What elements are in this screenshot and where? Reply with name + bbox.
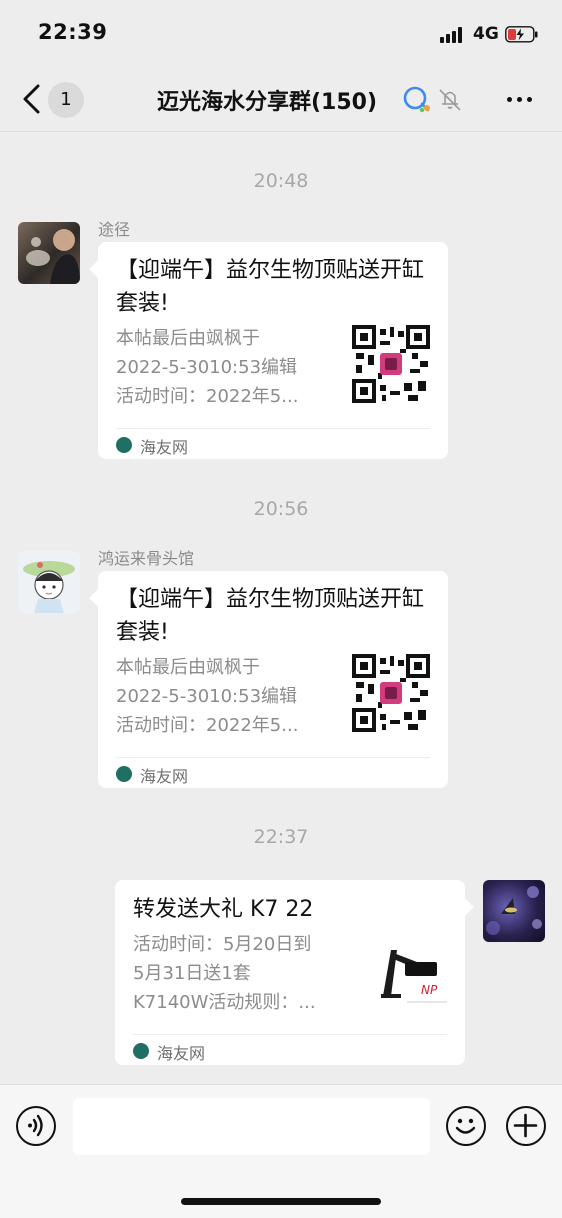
timestamp: 22:37: [253, 826, 309, 848]
card-desc-line: 2022-5-3010:53编辑: [116, 357, 298, 378]
battery-icon: [505, 26, 538, 43]
thumb-brand: NP: [421, 983, 438, 997]
back-icon[interactable]: [18, 82, 48, 116]
plus-icon[interactable]: [506, 1106, 546, 1146]
card-source: 海友网: [140, 767, 189, 786]
card-desc-line: 活动时间：2022年5...: [116, 715, 299, 736]
more-icon[interactable]: [505, 88, 535, 112]
network-type: 4G: [473, 24, 499, 44]
avatar[interactable]: [483, 880, 545, 942]
card-desc-line: 本帖最后由飒枫于: [116, 328, 260, 349]
link-card[interactable]: 【迎端午】益尔生物顶贴送开缸套装! 本帖最后由飒枫于 2022-5-3010:5…: [89, 571, 448, 788]
status-bar: 22:39 4G: [0, 0, 562, 70]
avatar[interactable]: [18, 222, 80, 284]
card-desc-line: K7140W活动规则：...: [133, 992, 316, 1013]
source-icon: [116, 766, 132, 782]
card-desc-line: 5月31日送1套: [133, 963, 251, 984]
qr-code-icon: [352, 654, 430, 732]
link-card[interactable]: 【迎端午】益尔生物顶贴送开缸套装! 本帖最后由飒枫于 2022-5-3010:5…: [89, 242, 448, 459]
message-input[interactable]: [73, 1098, 430, 1155]
status-time: 22:39: [38, 20, 108, 44]
product-thumbnail: NP: [377, 938, 451, 1012]
link-card[interactable]: 转发送大礼 K7 22 活动时间：5月20日到 5月31日送1套 K7140W活…: [115, 880, 474, 1065]
timestamp: 20:48: [253, 170, 309, 192]
card-desc-line: 活动时间：2022年5...: [116, 386, 299, 407]
voice-icon[interactable]: [16, 1106, 56, 1146]
card-title: 转发送大礼 K7 22: [133, 897, 314, 922]
chat-header: 1 迈光海水分享群(150): [0, 70, 562, 132]
avatar-illustration: [23, 561, 75, 613]
chat-title: 迈光海水分享群(150): [157, 90, 378, 115]
source-icon: [116, 437, 132, 453]
avatar-photo: [486, 886, 542, 935]
card-source: 海友网: [140, 438, 189, 457]
avatar[interactable]: [18, 551, 80, 613]
card-source: 海友网: [157, 1044, 206, 1063]
emoji-icon[interactable]: [446, 1106, 486, 1146]
sender-name: 鸿运来骨头馆: [98, 549, 195, 568]
unread-count-badge[interactable]: 1: [48, 82, 84, 118]
source-icon: [133, 1043, 149, 1059]
avatar-photo: [26, 229, 80, 284]
qr-code-icon: [352, 325, 430, 403]
timestamp: 20:56: [253, 498, 309, 520]
mute-bell-icon: [403, 86, 461, 113]
sender-name: 途径: [98, 220, 131, 239]
signal-icon: [440, 27, 466, 43]
card-desc-line: 活动时间：5月20日到: [133, 934, 312, 955]
card-desc-line: 2022-5-3010:53编辑: [116, 686, 298, 707]
card-title: 【迎端午】益尔生物顶贴送开缸套装!: [116, 258, 425, 316]
home-indicator[interactable]: [181, 1198, 381, 1205]
card-desc-line: 本帖最后由飒枫于: [116, 657, 260, 678]
card-title: 【迎端午】益尔生物顶贴送开缸套装!: [116, 587, 425, 645]
